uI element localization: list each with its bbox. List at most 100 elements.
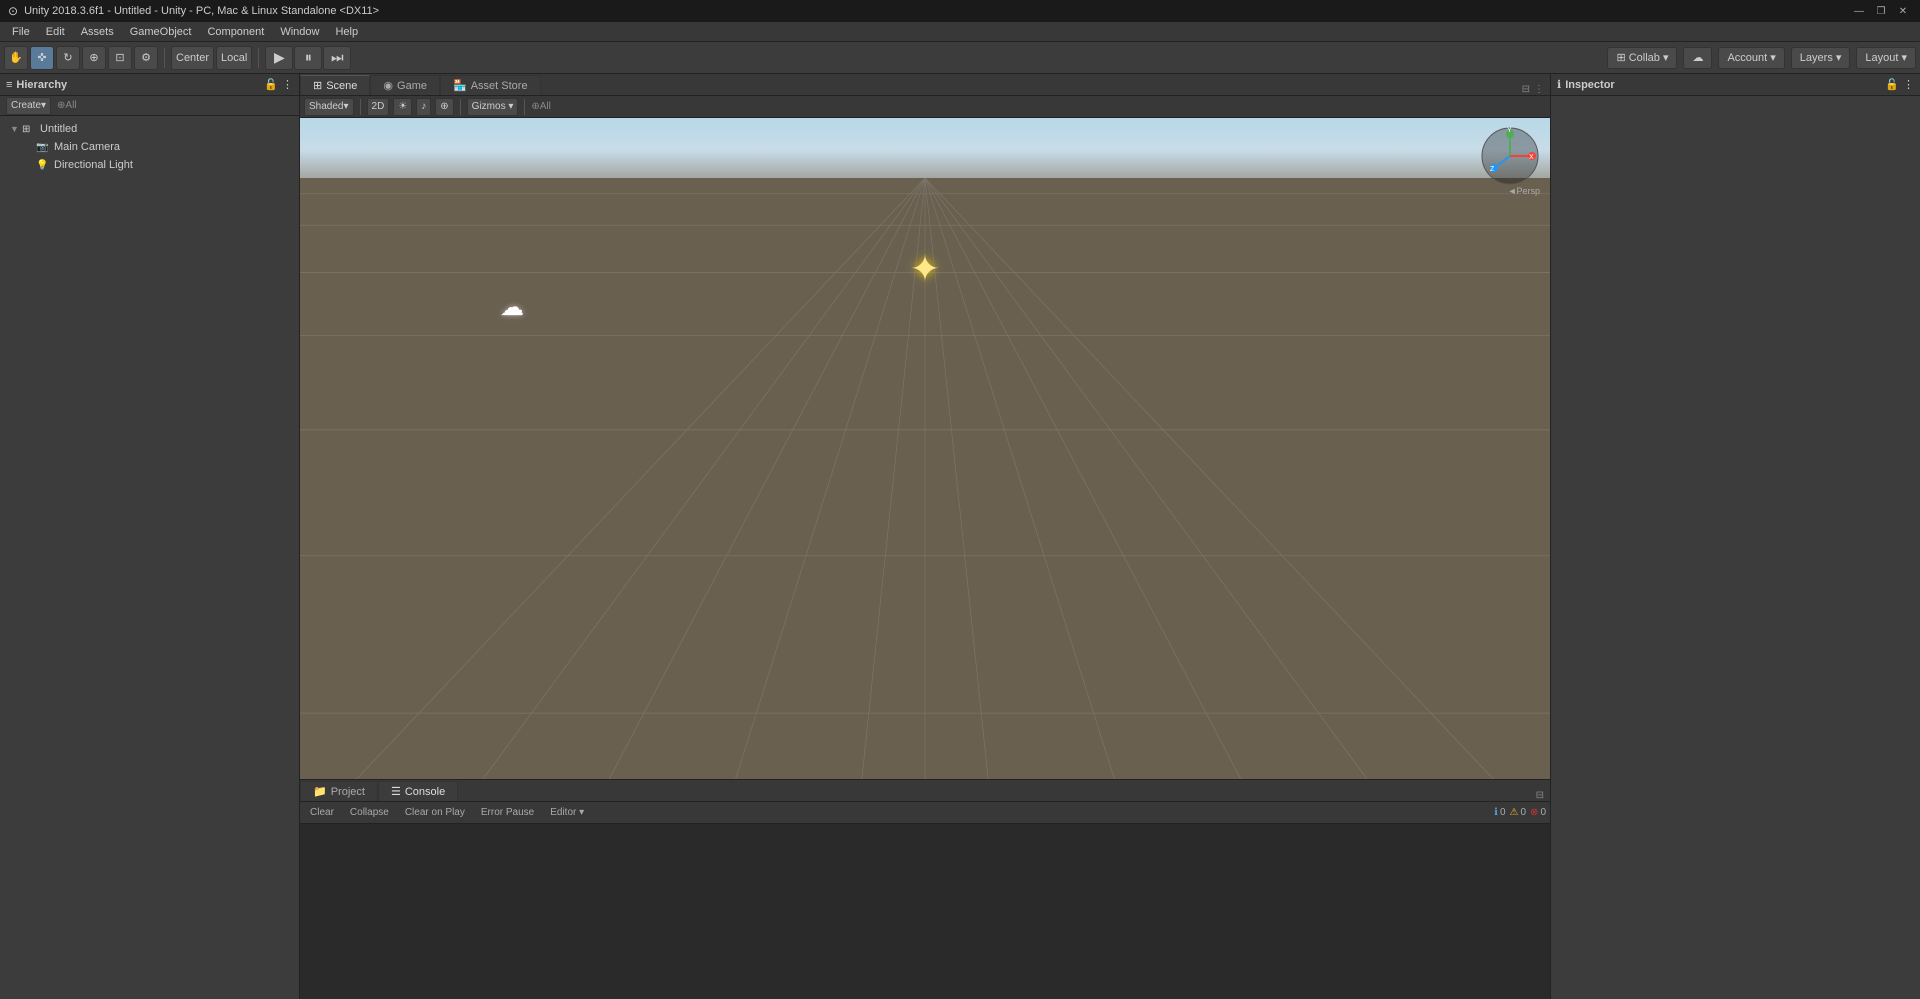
scene-perspective-label[interactable]: ◄Persp: [1508, 186, 1540, 196]
pivot-group: Center Local: [171, 46, 252, 70]
hierarchy-scene-root[interactable]: ▼ ⊞ Untitled: [0, 120, 299, 138]
console-editor-button[interactable]: Editor ▾: [544, 804, 590, 822]
gizmos-button[interactable]: Gizmos ▾: [467, 98, 519, 116]
account-button[interactable]: Account ▾: [1718, 47, 1784, 69]
lighting-button[interactable]: ☀: [393, 98, 412, 116]
pivot-button[interactable]: Center: [171, 46, 214, 70]
menu-component[interactable]: Component: [199, 24, 272, 40]
scene-toolbar-sep2: [460, 99, 461, 115]
error-icon: ⊗: [1530, 807, 1538, 818]
cloud-object-icon: ☁: [500, 293, 524, 322]
console-maximize-icon[interactable]: ⊟: [1536, 790, 1544, 801]
info-count: 0: [1500, 807, 1506, 818]
scene-menu-icon[interactable]: ⋮: [1534, 84, 1544, 95]
console-tab-icon: ☰: [391, 785, 401, 798]
window-title: Unity 2018.3.6f1 - Untitled - Unity - PC…: [24, 5, 379, 17]
scene-toolbar: Shaded ▾ 2D ☀ ♪ ⊕ Gizmos ▾ ⊕All: [300, 96, 1550, 118]
title-bar: ⊙ Unity 2018.3.6f1 - Untitled - Unity - …: [0, 0, 1920, 22]
tab-asset-store[interactable]: 🏪 Asset Store: [440, 75, 541, 95]
inspector-header-icons: 🔓 ⋮: [1885, 78, 1914, 91]
console-collapse-button[interactable]: Collapse: [344, 804, 395, 822]
menu-assets[interactable]: Assets: [73, 24, 122, 40]
scene-panel-controls: ⊟ ⋮: [1522, 84, 1550, 95]
scene-toolbar-sep3: [524, 99, 525, 115]
hand-tool[interactable]: ✋: [4, 46, 28, 70]
close-button[interactable]: ✕: [1894, 4, 1912, 18]
move-tool[interactable]: ✜: [30, 46, 54, 70]
toolbar-right: ⊞ Collab ▾ ☁ Account ▾ Layers ▾ Layout ▾: [1607, 47, 1916, 69]
rect-tool[interactable]: ⊡: [108, 46, 132, 70]
unity-logo-icon: ⊙: [8, 4, 18, 18]
scene-tab-label: Scene: [326, 80, 357, 92]
tab-console[interactable]: ☰ Console: [378, 781, 458, 801]
scene-viewport[interactable]: ✦ ☁ Y X Z: [300, 118, 1550, 779]
asset-store-tab-icon: 🏪: [453, 79, 467, 92]
hierarchy-panel: ≡ Hierarchy 🔓 ⋮ Create ▾ ⊕All ▼ ⊞ Untitl…: [0, 74, 300, 999]
layers-button[interactable]: Layers ▾: [1791, 47, 1851, 69]
console-clear-button[interactable]: Clear: [304, 804, 340, 822]
light-icon: 💡: [36, 160, 50, 171]
menu-window[interactable]: Window: [272, 24, 327, 40]
tab-game[interactable]: ◉ Game: [370, 75, 440, 95]
coord-button[interactable]: Local: [216, 46, 252, 70]
audio-button[interactable]: ♪: [416, 98, 431, 116]
inspector-menu-icon[interactable]: ⋮: [1903, 78, 1914, 91]
search-all-scene: ⊕All: [531, 101, 551, 112]
layout-button[interactable]: Layout ▾: [1856, 47, 1916, 69]
game-tab-label: Game: [397, 80, 427, 92]
create-dropdown[interactable]: Create ▾: [6, 97, 51, 115]
inspector-title: Inspector: [1565, 79, 1615, 91]
menu-file[interactable]: File: [4, 24, 38, 40]
transform-tools: ✋ ✜ ↻ ⊕ ⊡ ⚙: [4, 46, 158, 70]
game-tab-icon: ◉: [383, 79, 393, 92]
collab-icon: ⊞: [1616, 51, 1625, 64]
menu-gameobject[interactable]: GameObject: [122, 24, 200, 40]
minimize-button[interactable]: —: [1850, 4, 1868, 18]
svg-text:Y: Y: [1507, 127, 1512, 134]
console-clear-on-play-button[interactable]: Clear on Play: [399, 804, 471, 822]
inspector-header: ℹ Inspector 🔓 ⋮: [1551, 74, 1920, 96]
bottom-panel: 📁 Project ☰ Console ⊟ Clear Collapse Cle…: [300, 779, 1550, 999]
scene-maximize-icon[interactable]: ⊟: [1522, 84, 1530, 95]
cloud-button[interactable]: ☁: [1683, 47, 1712, 69]
window-controls: — ❐ ✕: [1850, 4, 1912, 18]
inspector-lock-icon[interactable]: 🔓: [1885, 78, 1899, 91]
scene-tab-icon: ⊞: [313, 79, 322, 92]
scene-icon: ⊞: [22, 124, 36, 135]
scene-toolbar-sep1: [360, 99, 361, 115]
2d-button[interactable]: 2D: [367, 98, 390, 116]
play-button[interactable]: ▶: [265, 46, 293, 70]
hierarchy-directional-light[interactable]: 💡 Directional Light: [0, 156, 299, 174]
rotate-tool[interactable]: ↻: [56, 46, 80, 70]
menu-edit[interactable]: Edit: [38, 24, 73, 40]
toolbar-separator-2: [258, 48, 259, 68]
tab-project[interactable]: 📁 Project: [300, 781, 378, 801]
console-info-badge: ℹ 0: [1494, 807, 1505, 818]
menu-help[interactable]: Help: [327, 24, 366, 40]
console-content: [300, 824, 1550, 999]
inspector-icon: ℹ: [1557, 78, 1561, 91]
project-tab-icon: 📁: [313, 785, 327, 798]
step-button[interactable]: ⏭: [323, 46, 351, 70]
hierarchy-lock-icon[interactable]: 🔓: [264, 78, 278, 91]
svg-text:Z: Z: [1490, 166, 1495, 173]
pause-button[interactable]: ⏸: [294, 46, 322, 70]
shading-dropdown[interactable]: Shaded ▾: [304, 98, 354, 116]
warning-count: 0: [1520, 807, 1526, 818]
center-panel: ⊞ Scene ◉ Game 🏪 Asset Store ⊟ ⋮ Shaded …: [300, 74, 1550, 999]
effects-button[interactable]: ⊕: [435, 98, 453, 116]
transform-tool[interactable]: ⚙: [134, 46, 158, 70]
collab-button[interactable]: ⊞ Collab ▾: [1607, 47, 1677, 69]
restore-button[interactable]: ❐: [1872, 4, 1890, 18]
asset-store-tab-label: Asset Store: [471, 80, 528, 92]
scene-orientation-gizmo[interactable]: Y X Z: [1480, 126, 1540, 186]
console-warning-badge: ⚠ 0: [1510, 807, 1527, 818]
hierarchy-main-camera[interactable]: 📷 Main Camera: [0, 138, 299, 156]
console-error-pause-button[interactable]: Error Pause: [475, 804, 540, 822]
toolbar: ✋ ✜ ↻ ⊕ ⊡ ⚙ Center Local ▶ ⏸ ⏭ ⊞ Collab …: [0, 42, 1920, 74]
scale-tool[interactable]: ⊕: [82, 46, 106, 70]
tab-scene[interactable]: ⊞ Scene: [300, 75, 370, 95]
hierarchy-header-icons: 🔓 ⋮: [264, 78, 293, 91]
hierarchy-menu-icon[interactable]: ⋮: [282, 78, 293, 91]
bottom-tabs: 📁 Project ☰ Console ⊟: [300, 780, 1550, 802]
